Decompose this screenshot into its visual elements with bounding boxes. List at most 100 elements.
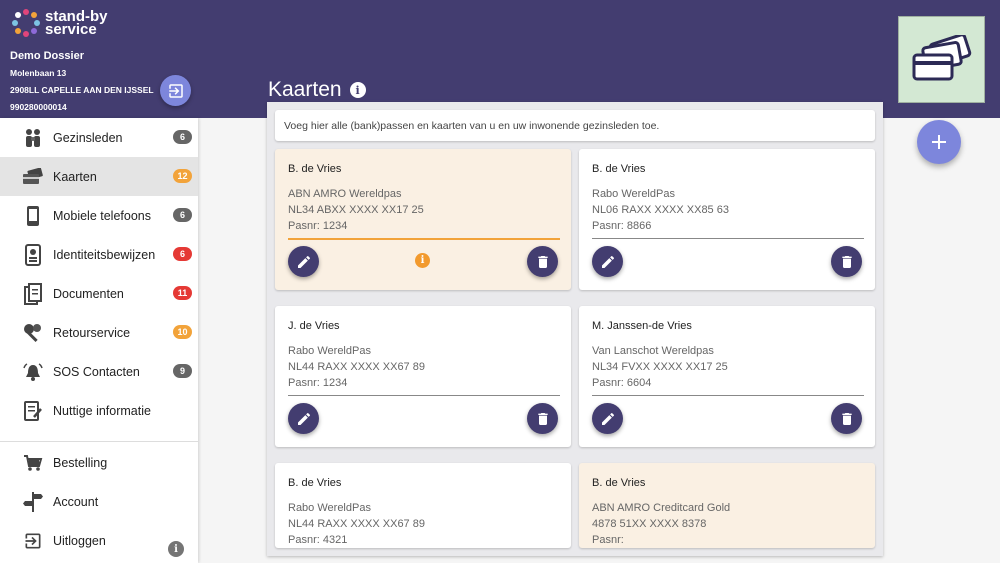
cards-hero-icon bbox=[898, 16, 985, 103]
card-number: NL44 RAXX XXXX XX67 89 bbox=[288, 361, 425, 373]
info-icon[interactable]: i bbox=[349, 82, 366, 98]
edit-button[interactable] bbox=[592, 403, 623, 434]
keys-icon bbox=[22, 322, 44, 344]
card-name: Van Lanschot Wereldpas bbox=[592, 345, 714, 357]
sidebar-item-label: Mobiele telefoons bbox=[53, 208, 151, 223]
card-owner: B. de Vries bbox=[288, 163, 342, 175]
card-divider bbox=[592, 238, 864, 239]
switch-dossier-button[interactable] bbox=[160, 75, 191, 106]
dossier-number: 990280000014 bbox=[10, 102, 67, 112]
edit-button[interactable] bbox=[288, 246, 319, 277]
sidebar-item-label: Identiteitsbewijzen bbox=[53, 247, 156, 262]
header-bar: stand-by service Demo Dossier Molenbaan … bbox=[0, 0, 1000, 118]
card-item: M. Janssen-de Vries Van Lanschot Wereldp… bbox=[579, 306, 875, 447]
sidebar-item-label: Nuttige informatie bbox=[53, 403, 151, 418]
sidebar-item-label: Retourservice bbox=[53, 325, 131, 340]
sidebar-item-label: Uitloggen bbox=[53, 533, 106, 548]
sidebar-item-identiteitsbewijzen[interactable]: Identiteitsbewijzen 6 bbox=[0, 235, 198, 274]
logo-dots-icon bbox=[12, 9, 40, 37]
phone-icon bbox=[22, 205, 44, 227]
count-badge: 10 bbox=[173, 325, 192, 339]
card-pasnr: Pasnr: 6604 bbox=[592, 377, 652, 389]
dossier-street: Molenbaan 13 bbox=[10, 68, 67, 78]
card-number: NL34 FVXX XXXX XX17 25 bbox=[592, 361, 728, 373]
plus-icon bbox=[932, 135, 946, 149]
trash-icon bbox=[537, 412, 548, 425]
card-name: Rabo WereldPas bbox=[592, 188, 675, 200]
card-pasnr: Pasnr: 8866 bbox=[592, 220, 652, 232]
dossier-name: Demo Dossier bbox=[10, 50, 84, 62]
trash-icon bbox=[537, 255, 548, 268]
sidebar-item-retourservice[interactable]: Retourservice 10 bbox=[0, 313, 198, 352]
card-number: NL06 RAXX XXXX XX85 63 bbox=[592, 204, 729, 216]
cards-panel: Voeg hier alle (bank)passen en kaarten v… bbox=[267, 102, 883, 556]
sidebar-item-gezinsleden[interactable]: Gezinsleden 6 bbox=[0, 118, 198, 157]
help-icon[interactable]: i bbox=[168, 541, 184, 557]
sidebar-item-label: Kaarten bbox=[53, 169, 97, 184]
trash-icon bbox=[841, 255, 852, 268]
sidebar-item-documenten[interactable]: Documenten 11 bbox=[0, 274, 198, 313]
card-name: Rabo WereldPas bbox=[288, 502, 371, 514]
id-card-icon bbox=[22, 243, 44, 266]
card-pasnr: Pasnr: 1234 bbox=[288, 377, 348, 389]
sidebar: Gezinsleden 6 Kaarten 12 Mobiele telefoo… bbox=[0, 118, 198, 563]
signpost-icon bbox=[22, 491, 44, 513]
wallet-cards-icon bbox=[912, 34, 971, 80]
dossier-info: Demo Dossier Molenbaan 13 2908LL CAPELLE… bbox=[10, 50, 154, 119]
card-item: B. de Vries ABN AMRO Wereldpas NL34 ABXX… bbox=[275, 149, 571, 290]
sidebar-item-bestelling[interactable]: Bestelling bbox=[0, 443, 198, 482]
sidebar-item-label: Bestelling bbox=[53, 455, 108, 470]
dossier-city: 2908LL CAPELLE AAN DEN IJSSEL bbox=[10, 85, 154, 95]
cart-icon bbox=[22, 452, 44, 474]
standby-logo: stand-by service bbox=[12, 9, 108, 37]
card-owner: B. de Vries bbox=[592, 163, 646, 175]
sidebar-item-account[interactable]: Account bbox=[0, 482, 198, 521]
card-name: ABN AMRO Wereldpas bbox=[288, 188, 402, 200]
card-owner: B. de Vries bbox=[592, 477, 646, 489]
count-badge: 6 bbox=[173, 130, 192, 144]
delete-button[interactable] bbox=[831, 403, 862, 434]
card-name: Rabo WereldPas bbox=[288, 345, 371, 357]
info-document-icon bbox=[22, 400, 44, 422]
card-name: ABN AMRO Creditcard Gold bbox=[592, 502, 731, 514]
sidebar-item-label: SOS Contacten bbox=[53, 364, 140, 379]
card-divider bbox=[288, 238, 560, 240]
warning-icon[interactable]: i bbox=[415, 253, 430, 268]
cards-icon bbox=[22, 166, 44, 188]
edit-button[interactable] bbox=[288, 403, 319, 434]
delete-button[interactable] bbox=[831, 246, 862, 277]
card-owner: J. de Vries bbox=[288, 320, 340, 332]
trash-icon bbox=[841, 412, 852, 425]
card-pasnr: Pasnr: 4321 bbox=[288, 534, 348, 546]
card-number: 4878 51XX XXXX 8378 bbox=[592, 518, 707, 530]
sidebar-item-label: Account bbox=[53, 494, 99, 509]
delete-button[interactable] bbox=[527, 246, 558, 277]
sidebar-item-uitloggen[interactable]: Uitloggen bbox=[0, 521, 198, 560]
family-icon bbox=[22, 127, 44, 149]
sidebar-item-label: Gezinsleden bbox=[53, 130, 123, 145]
card-owner: B. de Vries bbox=[288, 477, 342, 489]
edit-button[interactable] bbox=[592, 246, 623, 277]
pencil-icon bbox=[297, 412, 310, 425]
count-badge: 11 bbox=[173, 286, 192, 300]
page-title-text: Kaarten bbox=[268, 78, 342, 101]
card-item: B. de Vries Rabo WereldPas NL44 RAXX XXX… bbox=[275, 463, 571, 548]
sidebar-item-nuttige-informatie[interactable]: Nuttige informatie bbox=[0, 391, 198, 430]
pencil-icon bbox=[297, 255, 310, 268]
add-card-button[interactable] bbox=[917, 120, 961, 164]
intro-text: Voeg hier alle (bank)passen en kaarten v… bbox=[275, 110, 875, 141]
sidebar-item-sos-contacten[interactable]: SOS Contacten 9 bbox=[0, 352, 198, 391]
count-badge: 9 bbox=[173, 364, 192, 378]
count-badge: 6 bbox=[173, 208, 192, 222]
sidebar-item-mobiele-telefoons[interactable]: Mobiele telefoons 6 bbox=[0, 196, 198, 235]
card-number: NL44 RAXX XXXX XX67 89 bbox=[288, 518, 425, 530]
sidebar-item-kaarten[interactable]: Kaarten 12 bbox=[0, 157, 198, 196]
alarm-bell-icon bbox=[22, 361, 44, 383]
count-badge: 6 bbox=[173, 247, 192, 261]
sidebar-item-label: Documenten bbox=[53, 286, 124, 301]
delete-button[interactable] bbox=[527, 403, 558, 434]
card-pasnr: Pasnr: 1234 bbox=[288, 220, 348, 232]
logout-icon bbox=[22, 530, 44, 552]
count-badge: 12 bbox=[173, 169, 192, 183]
card-number: NL34 ABXX XXXX XX17 25 bbox=[288, 204, 424, 216]
